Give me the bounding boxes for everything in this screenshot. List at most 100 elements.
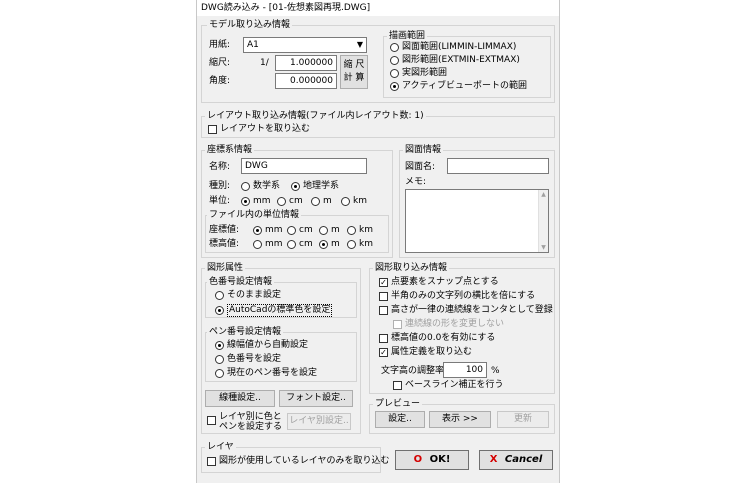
elev-value-km[interactable]: km [347,239,373,250]
drawing-name-label: 図面名: [405,162,436,172]
scale-input[interactable]: 1.000000 [275,55,337,71]
checkbox-indicator [208,125,217,134]
checkbox-label: 連続線の形を変更しない [405,319,505,329]
cancel-mark-icon: X [489,454,498,465]
paper-select[interactable]: A1 ▼ [243,37,367,53]
scroll-up-icon[interactable]: ▲ [539,190,548,199]
coord-value-m[interactable]: m [319,225,340,236]
color-group-label: 色番号設定情報 [207,277,275,287]
radio-indicator [319,240,328,249]
dwg-import-dialog: DWG読み込み - [01-佐想素図再現.DWG] モデル取り込み情報 用紙: … [196,0,560,483]
coord-unit-km[interactable]: km [341,196,367,207]
memo-scrollbar[interactable]: ▲ ▼ [538,190,548,252]
coord-unit-m[interactable]: m [311,196,332,207]
coord-value-mm[interactable]: mm [253,225,283,236]
drawing-name-input[interactable] [447,158,549,174]
layout-group-label: レイアウト取り込み情報(ファイル内レイアウト数: 1) [205,111,426,121]
checkbox-indicator: ✓ [379,278,388,287]
per-layer-checkbox[interactable]: レイヤ別に色と ペンを設定する [207,412,282,432]
radio-indicator [215,306,224,315]
layer-only-used-checkbox[interactable]: 図形が使用しているレイヤのみを取り込む [207,456,389,467]
coord-type-geo[interactable]: 地理学系 [291,181,339,192]
radio-label: 実図形範囲 [402,68,448,78]
radio-indicator [215,291,224,300]
draw-range-option-limits[interactable]: 図面範囲(LIMMIN-LIMMAX) [390,42,516,53]
per-layer-settings-button[interactable]: レイヤ別設定.. [287,413,351,430]
import-option-attributes[interactable]: ✓ 属性定義を取り込む [379,347,472,358]
text-ratio-input[interactable]: 100 [443,362,487,378]
scale-calc-button[interactable]: 縮 尺 計 算 [340,55,368,89]
preview-settings-button[interactable]: 設定.. [375,411,425,428]
preview-group-label: プレビュー [373,399,423,409]
radio-label: km [359,225,373,235]
memo-label: メモ: [405,177,427,187]
radio-indicator [347,240,356,249]
checkbox-label: ベースライン補正を行う [405,380,504,390]
checkbox-label: 属性定義を取り込む [391,347,473,357]
preview-update-button[interactable]: 更新 [497,411,549,428]
coord-value-km[interactable]: km [347,225,373,236]
checkbox-label: 点要素をスナップ点とする [391,277,499,287]
scale-calc-line1: 縮 尺 [343,60,365,70]
scale-label: 縮尺: [209,58,231,68]
radio-indicator [241,197,250,206]
radio-label: cm [299,225,313,235]
color-option-asis[interactable]: そのまま設定 [215,290,281,301]
memo-textarea[interactable]: ▲ ▼ [405,189,549,253]
coord-type-math[interactable]: 数学系 [241,181,280,192]
chevron-down-icon: ▼ [356,40,363,49]
font-settings-button[interactable]: フォント設定.. [279,390,353,407]
draw-range-option-actual[interactable]: 実図形範囲 [390,68,447,79]
ok-button[interactable]: O OK! [395,450,469,470]
elev-value-cm[interactable]: cm [287,239,313,250]
radio-indicator [287,226,296,235]
paper-label: 用紙: [209,40,231,50]
angle-label: 角度: [209,76,231,86]
preview-show-button[interactable]: 表示 >> [429,411,491,428]
radio-indicator [291,182,300,191]
cancel-button[interactable]: X Cancel [479,450,553,470]
scroll-down-icon[interactable]: ▼ [539,243,548,252]
radio-indicator [390,43,399,52]
checkbox-indicator [379,334,388,343]
radio-label: mm [265,239,283,249]
radio-indicator [241,182,250,191]
elev-value-m[interactable]: m [319,239,340,250]
pen-option-current[interactable]: 現在のペン番号を設定 [215,368,317,379]
radio-indicator [215,355,224,364]
draw-range-option-extents[interactable]: 図形範囲(EXTMIN-EXTMAX) [390,55,520,66]
angle-input[interactable]: 0.000000 [275,73,337,89]
radio-label: 図形範囲(EXTMIN-EXTMAX) [402,55,520,65]
draw-range-label: 描画範囲 [387,31,428,41]
layout-import-checkbox[interactable]: レイアウトを取り込む [208,124,310,135]
import-option-keep-polyline[interactable]: 連続線の形を変更しない [393,319,504,330]
checkbox-indicator [393,320,402,329]
drawing-group-label: 図面情報 [403,145,444,155]
coord-unit-mm[interactable]: mm [241,196,271,207]
coord-unit-cm[interactable]: cm [277,196,303,207]
pen-option-linewidth[interactable]: 線幅値から自動設定 [215,340,308,351]
attributes-group-label: 図形属性 [205,263,246,273]
radio-label: 図面範囲(LIMMIN-LIMMAX) [402,42,517,52]
import-option-contour[interactable]: 高さが一律の連続線をコンタとして登録 [379,305,553,316]
pen-option-color[interactable]: 色番号を設定 [215,354,281,365]
coord-name-input[interactable]: DWG [241,158,367,174]
coord-type-label: 種別: [209,181,231,191]
linetype-settings-button[interactable]: 線種設定.. [205,390,275,407]
checkbox-label: 標高値の0.0を有効にする [391,333,496,343]
draw-range-option-viewport[interactable]: アクティブビューポートの範囲 [390,81,527,92]
import-option-snap[interactable]: ✓ 点要素をスナップ点とする [379,277,499,288]
elev-value-mm[interactable]: mm [253,239,283,250]
color-option-autocad[interactable]: AutoCadの標準色を設定 [215,304,333,317]
coord-value-cm[interactable]: cm [287,225,313,236]
radio-indicator [277,197,286,206]
checkbox-indicator [379,306,388,315]
radio-label: km [353,196,367,206]
import-option-halfwidth[interactable]: 半角のみの文字列の横比を倍にする [379,291,535,302]
checkbox-indicator [379,292,388,301]
baseline-correction-checkbox[interactable]: ベースライン補正を行う [393,380,504,391]
per-layer-line1: レイヤ別に色と [219,412,282,422]
radio-label: アクティブビューポートの範囲 [402,81,528,91]
import-option-elevation-zero[interactable]: 標高値の0.0を有効にする [379,333,495,344]
radio-indicator [390,56,399,65]
